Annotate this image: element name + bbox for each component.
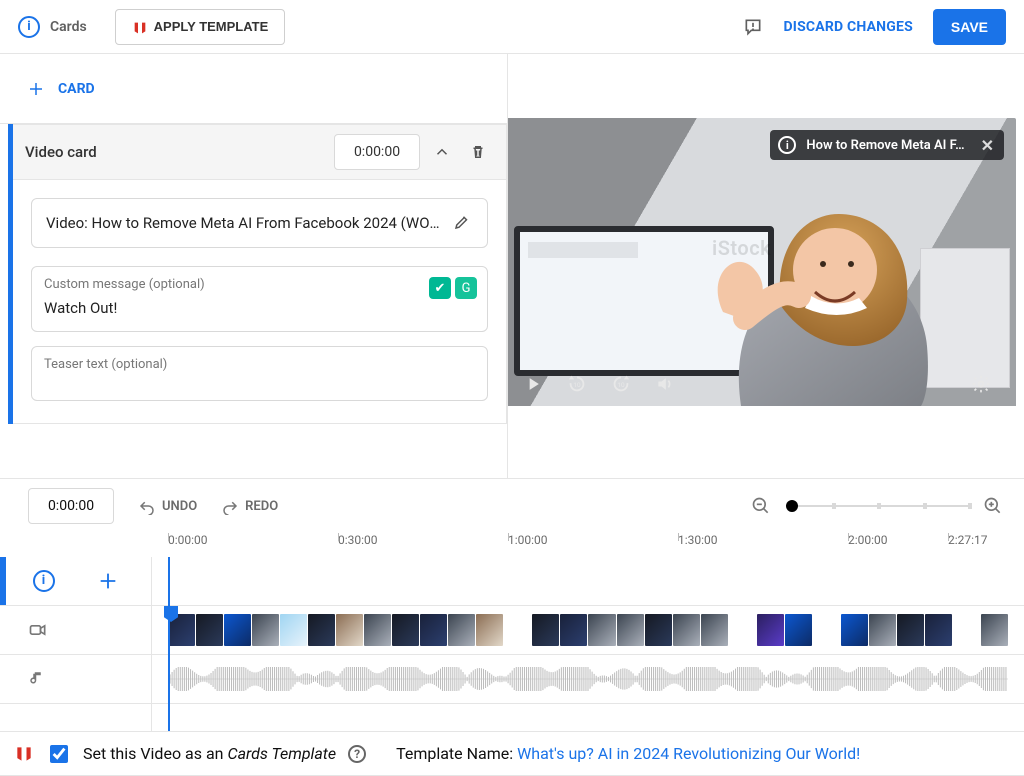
add-card-button[interactable]: CARD [0,54,507,124]
set-template-checkbox[interactable] [50,745,68,763]
footer-bar: Set this Video as an Cards Template ? Te… [0,731,1024,775]
grammar-badges: ✔ G [429,277,477,299]
zoom-control [750,495,1004,517]
music-note-icon [28,670,46,688]
info-pill: i How to Remove Meta AI F… ✕ [770,130,1004,160]
edit-video-button[interactable] [453,213,473,233]
video-card: Video card 0:00:00 Video: How to Remove … [8,124,507,424]
apply-template-button[interactable]: APPLY TEMPLATE [115,9,286,45]
main: CARD Video card 0:00:00 Video [0,54,1024,478]
ruler-mark: 0:00:00 [168,533,208,547]
discard-changes-button[interactable]: DISCARD CHANGES [783,19,912,35]
breadcrumb-cards: Cards [50,19,87,35]
svg-text:10: 10 [573,381,581,389]
card-time-input[interactable]: 0:00:00 [334,134,420,170]
video-track-header [0,606,151,655]
video-thumbnails [168,614,1008,646]
tracks: i [0,557,1024,731]
track-sidebar: i [0,557,152,731]
video-preview: iStock i How to Remove Meta AI F… ✕ 10 1… [508,118,1016,406]
tubebuddy-icon [14,744,34,764]
timeline: 0:00:00 UNDO REDO [0,478,1024,731]
delete-card-button[interactable] [464,138,492,166]
teaser-label: Teaser text (optional) [44,357,475,372]
camera-icon [28,620,48,640]
save-button[interactable]: SAVE [933,9,1006,45]
plus-icon [26,79,46,99]
mute-button[interactable] [648,367,682,401]
apply-template-label: APPLY TEMPLATE [154,19,269,34]
custom-message-input[interactable] [44,299,475,317]
grammarly-icon[interactable]: G [455,277,477,299]
settings-button[interactable] [964,367,998,401]
ruler-mark: 1:30:00 [678,533,718,547]
pill-info-icon[interactable]: i [778,136,796,154]
audio-waveform [168,667,1008,691]
svg-text:10: 10 [617,381,625,389]
video-card-header: Video card 0:00:00 [13,124,507,180]
ruler-mark: 1:00:00 [508,533,548,547]
video-track[interactable] [152,606,1024,655]
tubebuddy-icon [132,20,146,34]
video-card-title: Video card [25,143,334,161]
video-card-body: Video: How to Remove Meta AI From Facebo… [13,180,507,424]
play-button[interactable] [516,367,550,401]
time-ruler[interactable]: 0:00:00 0:30:00 1:00:00 1:30:00 2:00:00 … [0,533,1024,557]
right-panel: iStock i How to Remove Meta AI F… ✕ 10 1… [508,54,1024,478]
help-icon[interactable]: ? [348,745,366,763]
rewind-10-button[interactable]: 10 [560,367,594,401]
pill-close-icon[interactable]: ✕ [981,136,994,155]
ruler-mark: 0:30:00 [338,533,378,547]
app: i Cards APPLY TEMPLATE DISCARD CHANGES S… [0,0,1024,776]
alert-icon[interactable] [743,17,763,37]
ruler-mark: 2:27:17 [948,533,988,547]
ruler-mark: 2:00:00 [848,533,888,547]
forward-10-button[interactable]: 10 [604,367,638,401]
template-name-label: Template Name: What's up? AI in 2024 Rev… [396,744,860,763]
zoom-in-button[interactable] [982,495,1004,517]
set-template-label: Set this Video as an Cards Template [83,744,336,763]
pill-text: How to Remove Meta AI F… [806,138,964,153]
add-card-label: CARD [58,81,95,97]
player-controls: 10 10 [508,362,1016,406]
audio-track[interactable] [152,655,1024,704]
timeline-toolbar: 0:00:00 UNDO REDO [0,479,1024,533]
collapse-card-button[interactable] [428,138,456,166]
redo-button[interactable]: REDO [221,497,278,515]
badge-check-icon[interactable]: ✔ [429,277,451,299]
video-title-text: Video: How to Remove Meta AI From Facebo… [46,214,443,232]
track-info-icon[interactable]: i [33,570,55,592]
add-card-on-track[interactable] [97,570,119,592]
playhead[interactable] [168,557,170,731]
timeline-time-input[interactable]: 0:00:00 [28,488,114,524]
left-panel: CARD Video card 0:00:00 Video [0,54,508,478]
stock-watermark: iStock [712,236,771,260]
undo-button[interactable]: UNDO [138,497,197,515]
topbar: i Cards APPLY TEMPLATE DISCARD CHANGES S… [0,0,1024,54]
teaser-field[interactable]: Teaser text (optional) [31,346,488,401]
cards-track-header: i [0,557,151,606]
video-field[interactable]: Video: How to Remove Meta AI From Facebo… [31,198,488,248]
audio-track-header [0,655,151,704]
zoom-out-button[interactable] [750,495,772,517]
zoom-slider[interactable] [786,505,968,507]
custom-message-label: Custom message (optional) [44,277,475,292]
custom-message-field[interactable]: Custom message (optional) ✔ G [31,266,488,332]
info-icon[interactable]: i [18,16,40,38]
template-name-link[interactable]: What's up? AI in 2024 Revolutionizing Ou… [517,744,860,763]
cards-track[interactable] [152,557,1024,606]
